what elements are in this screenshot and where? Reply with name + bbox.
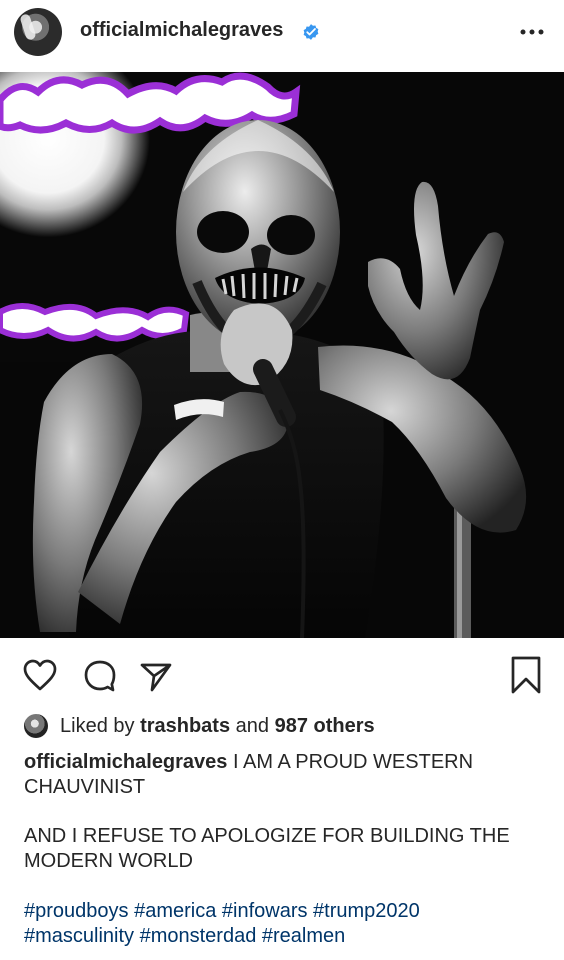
caption-username[interactable]: officialmichalegraves	[24, 751, 227, 773]
caption-line-2: CHAUVINIST	[24, 776, 146, 798]
hashtags-line-2[interactable]: #masculinity #monsterdad #realmen	[24, 924, 544, 949]
hashtags[interactable]: #proudboys #america #infowars #trump2020…	[24, 899, 544, 949]
bookmark-icon[interactable]	[508, 655, 544, 695]
liker-username[interactable]: trashbats	[140, 715, 230, 737]
caption-line-4: MODERN WORLD	[24, 850, 193, 872]
send-icon[interactable]	[138, 658, 174, 694]
likes-summary[interactable]: Liked by trashbats and 987 others	[24, 709, 544, 743]
liker-avatar	[24, 714, 48, 738]
concert-photo	[0, 72, 564, 638]
verified-badge-icon	[303, 24, 319, 40]
comment-icon[interactable]	[82, 658, 118, 694]
caption-line-3: AND I REFUSE TO APOLOGIZE FOR BUILDING T…	[24, 825, 510, 847]
hashtags-line-1[interactable]: #proudboys #america #infowars #trump2020	[24, 899, 544, 924]
likes-text: Liked by trashbats and 987 others	[60, 715, 375, 738]
profile-avatar[interactable]	[14, 8, 62, 56]
post-username[interactable]: officialmichalegraves	[80, 19, 283, 42]
post-actions	[0, 640, 564, 710]
post-header: officialmichalegraves	[0, 0, 564, 72]
likes-and: and	[235, 715, 270, 737]
heart-icon[interactable]	[22, 658, 58, 694]
likes-count[interactable]: 987 others	[275, 715, 375, 737]
more-dots-icon[interactable]	[514, 19, 550, 45]
post-caption: officialmichalegraves I AM A PROUD WESTE…	[24, 750, 544, 949]
liked-by-prefix: Liked by	[60, 715, 135, 737]
caption-line-1: I AM A PROUD WESTERN	[233, 751, 474, 773]
post-photo[interactable]	[0, 72, 564, 638]
